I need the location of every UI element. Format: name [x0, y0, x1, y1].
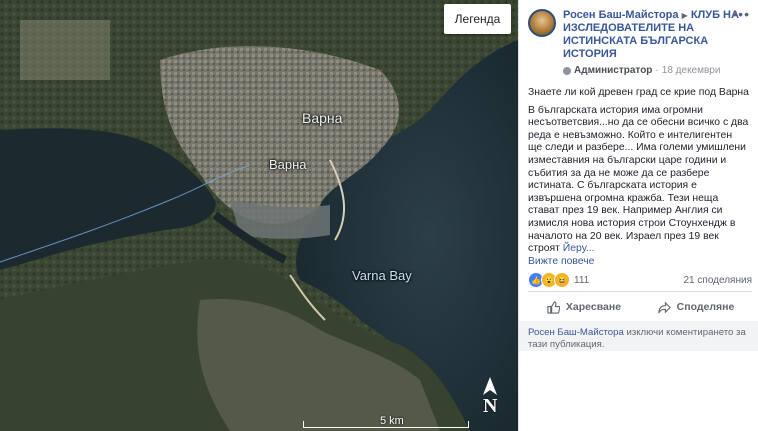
post-headline: Знаете ли кой древен град се крие под Ва…: [528, 87, 749, 98]
comments-disabled-notice: Росен Баш-Майстора изключи коментирането…: [519, 321, 758, 351]
post-stats: 👍 😮 😆 111 21 споделяния: [528, 272, 752, 288]
like-button[interactable]: Харесване: [528, 296, 640, 318]
share-arrow-icon: [658, 301, 671, 313]
thumbs-up-icon: [547, 300, 560, 314]
reaction-count: 111: [574, 274, 590, 286]
post-meta: Администратор · 18 декември: [563, 64, 743, 77]
city-label-secondary: Варна: [269, 157, 307, 172]
scale-label: 5 km: [380, 415, 404, 427]
reactions-summary[interactable]: 👍 😮 😆 111: [528, 272, 589, 288]
north-arrow-icon: N: [480, 377, 500, 417]
see-more-link[interactable]: Вижте повече: [528, 256, 594, 267]
avatar[interactable]: [528, 9, 556, 37]
post-text: В българската история има огромни несъот…: [528, 105, 749, 256]
legend-button[interactable]: Легенда: [444, 4, 511, 34]
facebook-post: ••• Росен Баш-Майстора ▶ КЛУБ НА ИЗСЛЕДО…: [518, 0, 758, 431]
comments-off-author-link[interactable]: Росен Баш-Майстора: [528, 327, 624, 338]
post-text-body: В българската история има огромни несъот…: [528, 104, 749, 255]
share-label: Споделяне: [676, 301, 735, 313]
city-label: Варна: [302, 110, 343, 126]
screen: Легенда Варна Варна Varna Bay N 5 km •••…: [0, 0, 758, 431]
share-button[interactable]: Споделяне: [640, 296, 752, 318]
industrial-zone: [20, 20, 110, 80]
more-options-icon[interactable]: •••: [732, 6, 750, 22]
north-label: N: [483, 395, 498, 417]
post-header: Росен Баш-Майстора ▶ КЛУБ НА ИЗСЛЕДОВАТЕ…: [519, 0, 758, 77]
admin-badge-icon: [563, 66, 571, 75]
role-label: Администратор: [574, 65, 653, 76]
post-actions: Харесване Споделяне: [528, 296, 752, 318]
map-imagery: [0, 0, 518, 431]
like-label: Харесване: [565, 301, 622, 313]
arrow-right-icon: ▶: [681, 11, 688, 20]
truncated-link[interactable]: Йеру...: [563, 243, 595, 254]
shares-count-link[interactable]: 21 споделяния: [684, 275, 753, 286]
post-body: Знаете ли кой древен град се крие под Ва…: [519, 77, 758, 268]
post-date-link[interactable]: 18 декември: [662, 64, 721, 77]
meta-separator: ·: [655, 65, 659, 76]
haha-reaction-icon: 😆: [554, 272, 570, 288]
post-heading: Росен Баш-Майстора ▶ КЛУБ НА ИЗСЛЕДОВАТЕ…: [563, 9, 743, 77]
divider: [528, 291, 752, 292]
bay-label: Varna Bay: [352, 268, 412, 283]
satellite-map[interactable]: Легенда Варна Варна Varna Bay N 5 km: [0, 0, 518, 431]
author-link[interactable]: Росен Баш-Майстора: [563, 9, 679, 21]
